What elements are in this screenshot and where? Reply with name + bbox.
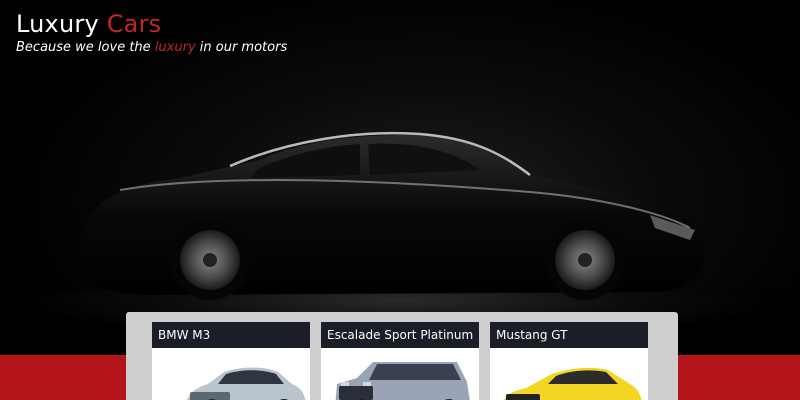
site-title-main: Luxury [16,10,99,38]
site-tagline: Because we love the luxury in our motors [16,40,287,56]
site-title-accent: Cars [106,10,162,38]
car-card-title: BMW M3 [152,322,310,348]
car-card-image-bmw [152,348,310,400]
brand-block: Luxury Cars Because we love the luxury i… [16,8,287,56]
car-card-bmw-m3[interactable]: BMW M3 [152,322,310,400]
car-card-mustang[interactable]: Mustang GT [490,322,648,400]
car-cards-panel: BMW M3 Escalade Sport Platinum Mustang G… [126,312,678,400]
tagline-end: in our motors [199,40,288,55]
site-title[interactable]: Luxury Cars [16,8,287,40]
hero-car-image [78,131,705,300]
car-card-title: Mustang GT [490,322,648,348]
car-card-image-mustang [490,348,648,400]
car-card-title: Escalade Sport Platinum [321,322,479,348]
car-card-image-escalade [321,348,479,400]
tagline-accent: luxury [154,40,196,55]
tagline-start: Because we love the [16,40,151,55]
car-card-escalade[interactable]: Escalade Sport Platinum [321,322,479,400]
